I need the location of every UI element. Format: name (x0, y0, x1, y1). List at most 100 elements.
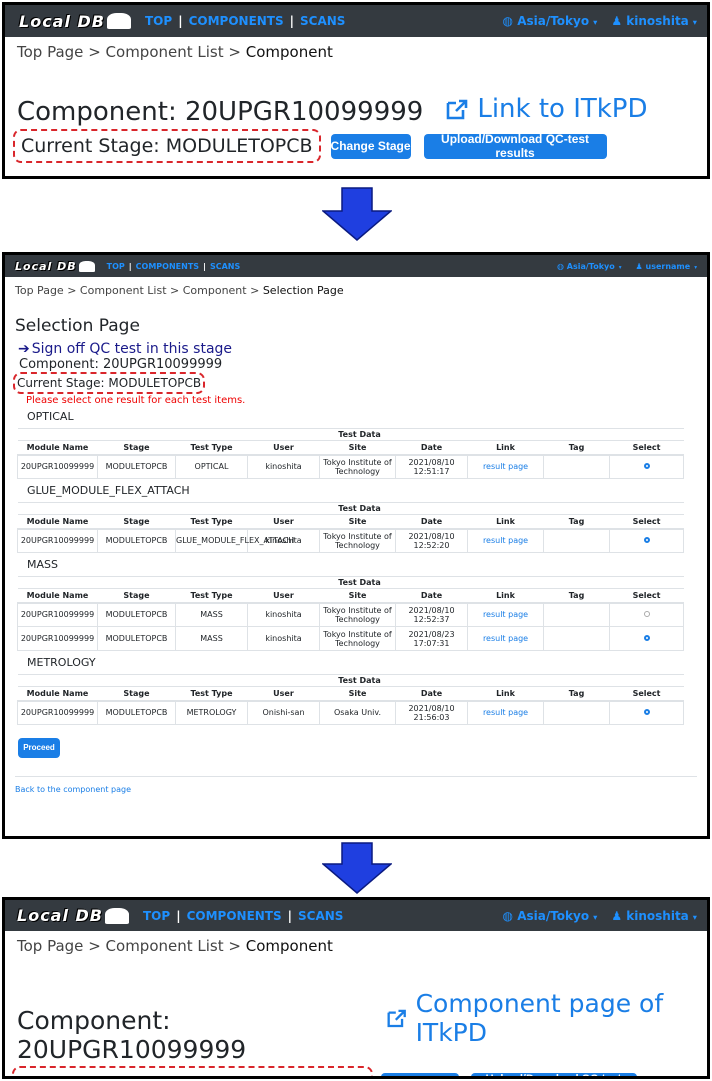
timezone-dropdown[interactable]: ◍ Asia/Tokyo ▾ (503, 14, 598, 28)
breadcrumb-component-list[interactable]: Component List (106, 43, 224, 61)
brand-logo[interactable]: Local DB (15, 260, 95, 273)
type-cell: GLUE_MODULE_FLEX_ATTACH (175, 528, 294, 553)
selection-page: Local DB TOP | COMPONENTS | SCANS ◍ Asia… (2, 252, 710, 839)
select-cell (609, 528, 685, 553)
signoff-link[interactable]: ➔ Sign off QC test in this stage (18, 341, 707, 357)
result-page-link[interactable]: result page (483, 610, 528, 619)
column-header: User (247, 514, 320, 530)
column-header: Test Type (175, 686, 248, 702)
column-header: Site (319, 440, 396, 456)
test-section: OPTICAL Test Data Module Name Stage Test Typ… (15, 410, 707, 479)
column-header: Module Name (17, 686, 98, 702)
select-cell (609, 626, 685, 651)
test-section-title: GLUE_MODULE_FLEX_ATTACH (27, 484, 190, 497)
select-radio[interactable] (643, 635, 650, 641)
column-header: Tag (543, 686, 610, 702)
nav-top[interactable]: TOP (107, 262, 125, 271)
site-cell: Osaka Univ. (319, 700, 396, 725)
link-cell: result page (466, 454, 545, 479)
column-header: Date (395, 686, 468, 702)
result-page-link[interactable]: result page (483, 708, 528, 717)
itkpd-link[interactable]: Component page of ITkPD (386, 989, 707, 1047)
nav-top[interactable]: TOP (143, 909, 170, 923)
column-header: Tag (543, 588, 610, 604)
nav-links: TOP | COMPONENTS | SCANS (145, 14, 345, 28)
nav-components[interactable]: COMPONENTS (136, 262, 199, 271)
user-dropdown[interactable]: ♟ kinoshita ▾ (611, 909, 697, 923)
result-page-link[interactable]: result page (483, 462, 528, 471)
nav-separator: | (203, 261, 206, 271)
module-cell: 20UPGR10099999 (17, 528, 98, 553)
nav-scans[interactable]: SCANS (300, 14, 345, 28)
proceed-button[interactable]: Proceed (18, 737, 60, 758)
date-cell: 2021/08/10 21:56:03 (395, 700, 468, 725)
brand-logo[interactable]: Local DB (19, 12, 131, 31)
timezone-dropdown[interactable]: ◍ Asia/Tokyo ▾ (503, 909, 598, 923)
select-radio[interactable] (643, 611, 650, 618)
nav-right: ◍ Asia/Tokyo ▾ ♟ kinoshita ▾ (503, 909, 697, 923)
user-dropdown[interactable]: ♟ username ▾ (636, 262, 697, 271)
breadcrumb-separator: > (250, 284, 260, 297)
table-row: 20UPGR10099999 MODULETOPCB MASS kinoshita To… (17, 602, 685, 627)
select-radio[interactable] (643, 709, 650, 716)
user-label: kinoshita (626, 14, 689, 28)
change-stage-button[interactable]: Change Stage (380, 1072, 459, 1076)
external-link-icon (447, 99, 468, 120)
user-cell: kinoshita (247, 454, 320, 479)
itkpd-link[interactable]: Link to ITkPD (445, 94, 648, 124)
nav-components[interactable]: COMPONENTS (189, 14, 284, 28)
globe-icon: ◍ (557, 261, 564, 271)
nav-scans[interactable]: SCANS (298, 909, 343, 923)
nav-top[interactable]: TOP (145, 14, 172, 28)
stage-cell: MODULETOPCB (97, 528, 176, 553)
breadcrumb-component-list[interactable]: Component List (80, 284, 167, 297)
column-header: Module Name (17, 588, 98, 604)
module-cell: 20UPGR10099999 (17, 626, 98, 651)
caret-down-icon: ▾ (694, 264, 697, 271)
column-header: Stage (97, 514, 176, 530)
timezone-dropdown[interactable]: ◍ Asia/Tokyo ▾ (557, 262, 622, 271)
breadcrumb-separator: > (88, 937, 101, 955)
test-section-title: MASS (27, 558, 58, 571)
select-radio[interactable] (643, 463, 650, 470)
result-page-link[interactable]: result page (483, 634, 528, 643)
test-data-header: Test Data (175, 576, 544, 589)
breadcrumb-active: Selection Page (262, 284, 344, 297)
brand-logo[interactable]: Local DB (17, 906, 129, 925)
link-cell: result page (466, 528, 545, 553)
breadcrumb-component-list[interactable]: Component List (106, 937, 224, 955)
caret-down-icon: ▾ (692, 17, 697, 27)
nav-separator: | (289, 14, 295, 28)
breadcrumb-top[interactable]: Top Page (17, 43, 83, 61)
user-dropdown[interactable]: ♟ kinoshita ▾ (611, 14, 697, 28)
user-cell: kinoshita (247, 626, 320, 651)
arrow-right-icon: ➔ (18, 341, 30, 357)
breadcrumb-active: Component (245, 43, 333, 61)
breadcrumb-top[interactable]: Top Page (15, 284, 64, 297)
header-spacer (17, 502, 176, 515)
nav-separator: | (287, 908, 293, 923)
select-radio[interactable] (643, 537, 650, 544)
breadcrumb-top[interactable]: Top Page (17, 937, 83, 955)
breadcrumb-component[interactable]: Component (183, 284, 247, 297)
upload-download-button[interactable]: Upload/Download QC-test results (470, 1072, 637, 1076)
result-page-link[interactable]: result page (483, 536, 528, 545)
nav-scans[interactable]: SCANS (210, 262, 240, 271)
test-data-header: Test Data (175, 674, 544, 687)
change-stage-button[interactable]: Change Stage (330, 133, 411, 159)
back-to-component-link[interactable]: Back to the component page (15, 785, 707, 794)
breadcrumb-separator: > (170, 284, 180, 297)
column-header: Test Type (175, 514, 248, 530)
flow-arrow-icon (322, 842, 392, 894)
mascot-icon (78, 260, 95, 272)
column-header: Site (319, 588, 396, 604)
brand-text: Local DB (19, 11, 105, 31)
user-label: kinoshita (626, 908, 689, 923)
nav-components[interactable]: COMPONENTS (187, 909, 282, 923)
title-row: Component: 20UPGR10099999 Component page… (17, 989, 707, 1064)
column-header: Site (319, 514, 396, 530)
stage-cell: MODULETOPCB (97, 626, 176, 651)
upload-download-button[interactable]: Upload/Download QC-test results (423, 132, 607, 160)
header-spacer (543, 428, 684, 441)
brand-text: Local DB (17, 906, 103, 925)
